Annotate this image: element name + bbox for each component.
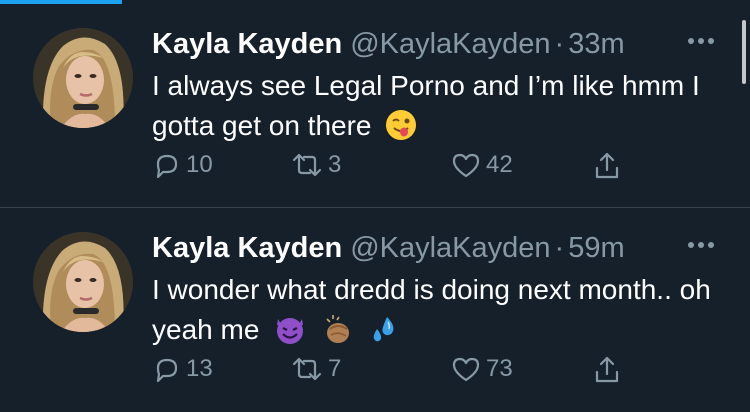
- heart-icon: [452, 153, 480, 178]
- tweet-body: I wonder what dredd is doing next month.…: [152, 274, 711, 345]
- share-button[interactable]: [592, 354, 622, 386]
- share-icon: [595, 356, 619, 383]
- like-button[interactable]: 42: [450, 150, 513, 180]
- reply-count: 13: [186, 355, 213, 382]
- scrollbar[interactable]: [742, 20, 746, 84]
- tweet[interactable]: Kayla Kayden @KaylaKayden · 33m I always se…: [0, 8, 750, 208]
- tweet-text: I always see Legal Porno and I’m like hm…: [152, 66, 712, 152]
- like-count: 42: [486, 151, 513, 178]
- share-button[interactable]: [592, 150, 622, 182]
- reply-button[interactable]: 13: [152, 354, 213, 384]
- retweet-button[interactable]: 3: [290, 150, 341, 180]
- separator-dot: ·: [554, 28, 565, 60]
- more-options-icon[interactable]: [688, 242, 714, 248]
- author-name[interactable]: Kayla Kayden: [152, 232, 342, 264]
- author-handle[interactable]: @KaylaKayden: [350, 232, 550, 264]
- avatar[interactable]: [33, 28, 133, 128]
- tweet[interactable]: Kayla Kayden @KaylaKayden · 59m I wonder wh…: [0, 212, 750, 412]
- retweet-icon: [292, 153, 322, 177]
- tweet-header: Kayla Kayden @KaylaKayden · 33m: [152, 26, 625, 62]
- separator-dot: ·: [554, 232, 565, 264]
- like-button[interactable]: 73: [450, 354, 513, 384]
- author-name[interactable]: Kayla Kayden: [152, 28, 342, 60]
- smiling-face-with-horns-icon: [273, 313, 307, 356]
- reply-button[interactable]: 10: [152, 150, 213, 180]
- tweet-header: Kayla Kayden @KaylaKayden · 59m: [152, 230, 625, 266]
- reply-count: 10: [186, 151, 213, 178]
- tweet-divider: [0, 207, 750, 208]
- loading-progress-bar: [0, 0, 122, 4]
- timestamp[interactable]: 59m: [568, 232, 624, 264]
- tweet-body: I always see Legal Porno and I’m like hm…: [152, 70, 700, 141]
- timeline-feed: Kayla Kayden @KaylaKayden · 33m I always se…: [0, 0, 750, 404]
- winking-face-with-tongue-icon: [385, 109, 417, 152]
- more-options-icon[interactable]: [688, 38, 714, 44]
- retweet-count: 3: [328, 151, 342, 178]
- like-count: 73: [486, 355, 513, 382]
- share-icon: [595, 152, 619, 179]
- reply-icon: [156, 358, 178, 383]
- retweet-count: 7: [328, 355, 342, 382]
- tweet-text: I wonder what dredd is doing next month.…: [152, 270, 712, 356]
- author-handle[interactable]: @KaylaKayden: [350, 28, 550, 60]
- retweet-button[interactable]: 7: [290, 354, 341, 384]
- avatar[interactable]: [33, 232, 133, 332]
- tweet-actions: 13 7 73: [152, 354, 672, 390]
- reply-icon: [156, 154, 178, 179]
- clapping-hands-icon: [321, 313, 355, 356]
- sweat-droplets-icon: [369, 313, 399, 356]
- retweet-icon: [292, 357, 322, 381]
- timestamp[interactable]: 33m: [568, 28, 624, 60]
- tweet-actions: 10 3 42: [152, 150, 672, 186]
- heart-icon: [452, 357, 480, 382]
